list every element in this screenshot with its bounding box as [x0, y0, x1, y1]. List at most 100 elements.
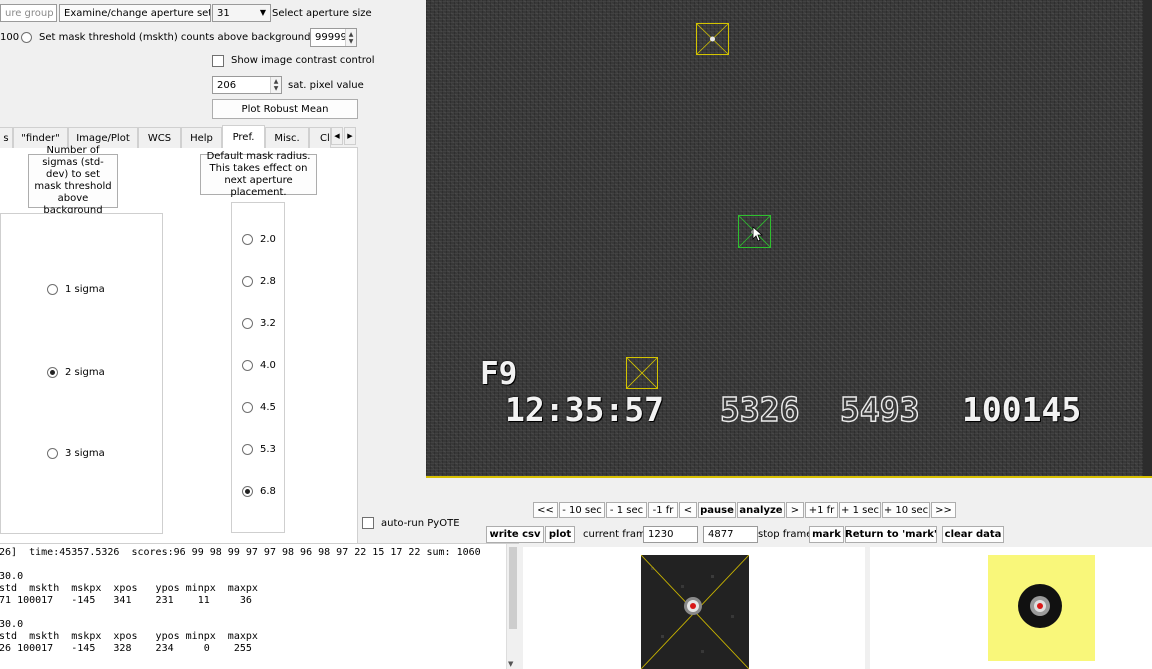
mask-thumbnail[interactable]	[988, 555, 1095, 661]
pause-button[interactable]: pause	[698, 502, 736, 518]
sigma-option-1[interactable]: 1 sigma	[47, 284, 105, 295]
radius-option[interactable]: 2.8	[242, 276, 276, 287]
group-field[interactable]: ure group	[0, 4, 57, 22]
rewind-all-button[interactable]: <<	[533, 502, 558, 518]
chevron-down-icon: ▼	[259, 8, 266, 17]
forward-10-sec-button[interactable]: + 10 sec	[882, 502, 930, 518]
radius-radio[interactable]	[242, 402, 253, 413]
back-1-frame-button[interactable]: -1 fr	[648, 502, 678, 518]
auto-run-option[interactable]: auto-run PyOTE	[362, 516, 460, 530]
video-frame-view[interactable]: F9 12:35:57 5326 5493 100145	[426, 0, 1152, 478]
analyze-button[interactable]: analyze	[737, 502, 785, 518]
radius-radio[interactable]	[242, 318, 253, 329]
aperture-size-combo[interactable]: 31 ▼	[212, 4, 271, 22]
return-to-mark-button[interactable]: Return to 'mark'	[845, 526, 937, 543]
auto-run-label: auto-run PyOTE	[381, 517, 460, 529]
sigma-info-button[interactable]: Number of sigmas (std-dev) to set mask t…	[28, 145, 118, 216]
sigma-option-2[interactable]: 2 sigma	[47, 367, 105, 378]
target-aperture[interactable]	[696, 23, 730, 56]
sat-pixel-label: sat. pixel value	[288, 79, 364, 91]
mask-threshold-spinbox[interactable]: 99999 ▲ ▼	[310, 28, 357, 47]
sigma-radio-1[interactable]	[47, 284, 58, 295]
tab-partial[interactable]: s	[0, 127, 13, 148]
log-scroll-thumb[interactable]	[509, 547, 517, 629]
forward-all-button[interactable]: >>	[931, 502, 956, 518]
aperture-size-label: Select aperture size	[272, 8, 372, 19]
pref-tab-page: Number of sigmas (std-dev) to set mask t…	[0, 145, 358, 543]
tab-wcs[interactable]: WCS	[138, 127, 181, 148]
sigma-label-1: 1 sigma	[65, 284, 105, 295]
stop-frame-label: stop frame	[758, 529, 813, 540]
tab-pref[interactable]: Pref.	[222, 125, 265, 148]
current-frame-label: current frame	[583, 529, 652, 540]
contrast-label: Show image contrast control	[231, 55, 375, 66]
sigma-radio-3[interactable]	[47, 448, 58, 459]
mask-threshold-option[interactable]: Set mask threshold (mskth) counts above …	[21, 29, 352, 46]
radius-radio[interactable]	[242, 276, 253, 287]
radius-label: 4.0	[260, 360, 276, 371]
target-thumbnail-panel	[523, 547, 865, 669]
target-thumbnail[interactable]	[641, 555, 749, 669]
tab-cl[interactable]: Cl	[309, 127, 331, 148]
sat-pixel-value: 206	[217, 79, 237, 91]
timestamp-overlay: 12:35:57	[505, 390, 664, 429]
mask-thumbnail-panel	[870, 547, 1152, 669]
radius-radio[interactable]	[242, 486, 253, 497]
radius-radio[interactable]	[242, 234, 253, 245]
log-text: [26] time:45357.5326 scores:96 99 98 99 …	[0, 547, 481, 654]
contrast-option[interactable]: Show image contrast control	[212, 52, 375, 69]
mask-threshold-value: 99999	[315, 32, 347, 43]
frame-count-overlay: 100145	[962, 390, 1082, 429]
sigma-label-3: 3 sigma	[65, 448, 105, 459]
plot-button[interactable]: plot	[545, 526, 575, 543]
forward-button[interactable]: >	[786, 502, 804, 518]
radius-radio[interactable]	[242, 444, 253, 455]
mask-threshold-label: Set mask threshold (mskth) counts above …	[39, 32, 352, 43]
write-csv-button[interactable]: write csv	[486, 526, 544, 543]
radius-option[interactable]: 5.3	[242, 444, 276, 455]
sat-pixel-spinbox[interactable]: 206 ▲ ▼	[212, 76, 282, 94]
radius-label: 6.8	[260, 486, 276, 497]
radius-option[interactable]: 3.2	[242, 318, 276, 329]
log-scrollbar[interactable]: ▼	[506, 544, 519, 669]
radius-option[interactable]: 2.0	[242, 234, 276, 245]
forward-1-sec-button[interactable]: + 1 sec	[839, 502, 881, 518]
mask-radius-info-button[interactable]: Default mask radius. This takes effect o…	[200, 151, 317, 198]
field-a-overlay: 5326	[719, 389, 800, 429]
back-10-sec-button[interactable]: - 10 sec	[559, 502, 605, 518]
contrast-checkbox[interactable]	[212, 54, 224, 67]
current-frame-input[interactable]: 1230	[643, 526, 698, 543]
tab-misc[interactable]: Misc.	[265, 127, 309, 148]
auto-run-checkbox[interactable]	[362, 517, 374, 529]
sigma-option-3[interactable]: 3 sigma	[47, 448, 105, 459]
image-scrollbar[interactable]	[1143, 0, 1152, 476]
radius-option[interactable]: 4.5	[242, 402, 276, 413]
forward-1-frame-button[interactable]: +1 fr	[805, 502, 838, 518]
back-1-sec-button[interactable]: - 1 sec	[606, 502, 647, 518]
stop-frame-input[interactable]: 4877	[703, 526, 758, 543]
mask-threshold-radio[interactable]	[21, 32, 32, 43]
sigma-group: 1 sigma 2 sigma 3 sigma	[0, 213, 163, 534]
radius-option[interactable]: 4.0	[242, 360, 276, 371]
mask-left-value: 100	[0, 32, 20, 43]
sky-aperture[interactable]	[626, 357, 659, 390]
radius-option[interactable]: 6.8	[242, 486, 276, 497]
radius-radio[interactable]	[242, 360, 253, 371]
back-button[interactable]: <	[679, 502, 697, 518]
playback-controls: << - 10 sec - 1 sec -1 fr < pause analyz…	[360, 496, 1152, 547]
mouse-cursor-icon	[752, 226, 764, 242]
aperture-settings-select[interactable]: Examine/change aperture settings	[59, 4, 211, 22]
mark-button[interactable]: mark	[809, 526, 844, 543]
sigma-radio-2[interactable]	[47, 367, 58, 378]
clear-data-button[interactable]: clear data	[942, 526, 1004, 543]
spin-arrows-icon[interactable]: ▲ ▼	[270, 77, 281, 93]
spin-arrows-icon[interactable]: ▲ ▼	[345, 29, 356, 46]
plot-robust-mean-button[interactable]: Plot Robust Mean	[212, 99, 358, 119]
tab-help[interactable]: Help	[181, 127, 222, 148]
tab-scroll-right-icon[interactable]: ▶	[344, 127, 356, 145]
radius-label: 5.3	[260, 444, 276, 455]
results-log[interactable]: [26] time:45357.5326 scores:96 99 98 99 …	[0, 543, 519, 669]
scroll-down-icon[interactable]: ▼	[508, 660, 513, 668]
frame-tag-overlay: F9	[480, 356, 518, 392]
tab-scroll-left-icon[interactable]: ◀	[331, 127, 343, 145]
